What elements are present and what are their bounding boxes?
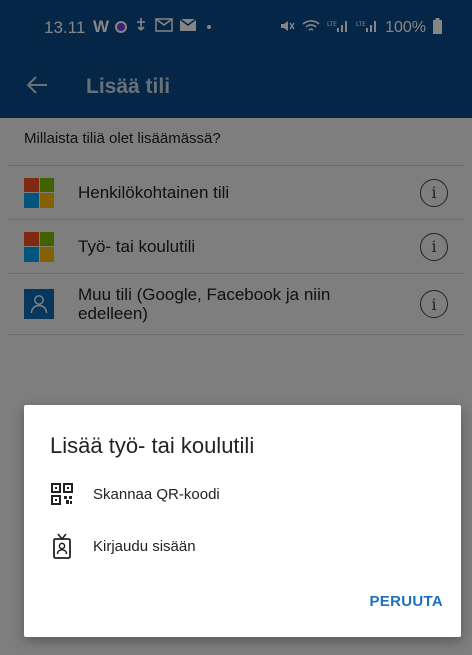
- badge-icon: [50, 533, 74, 559]
- cancel-button[interactable]: PERUUTA: [370, 593, 444, 610]
- scan-qr-label: Skannaa QR-koodi: [93, 485, 220, 503]
- add-work-account-dialog: Lisää työ- tai koulutili Skannaa QR-kood…: [24, 405, 461, 637]
- dialog-title: Lisää työ- tai koulutili: [50, 433, 255, 458]
- screen: 13.11 W LTE LTE 100% Lisää tili Millaist…: [0, 0, 472, 655]
- scan-qr-option[interactable]: Skannaa QR-koodi: [50, 477, 430, 511]
- sign-in-label: Kirjaudu sisään: [93, 537, 196, 555]
- sign-in-option[interactable]: Kirjaudu sisään: [50, 529, 430, 563]
- qr-code-icon: [50, 482, 74, 506]
